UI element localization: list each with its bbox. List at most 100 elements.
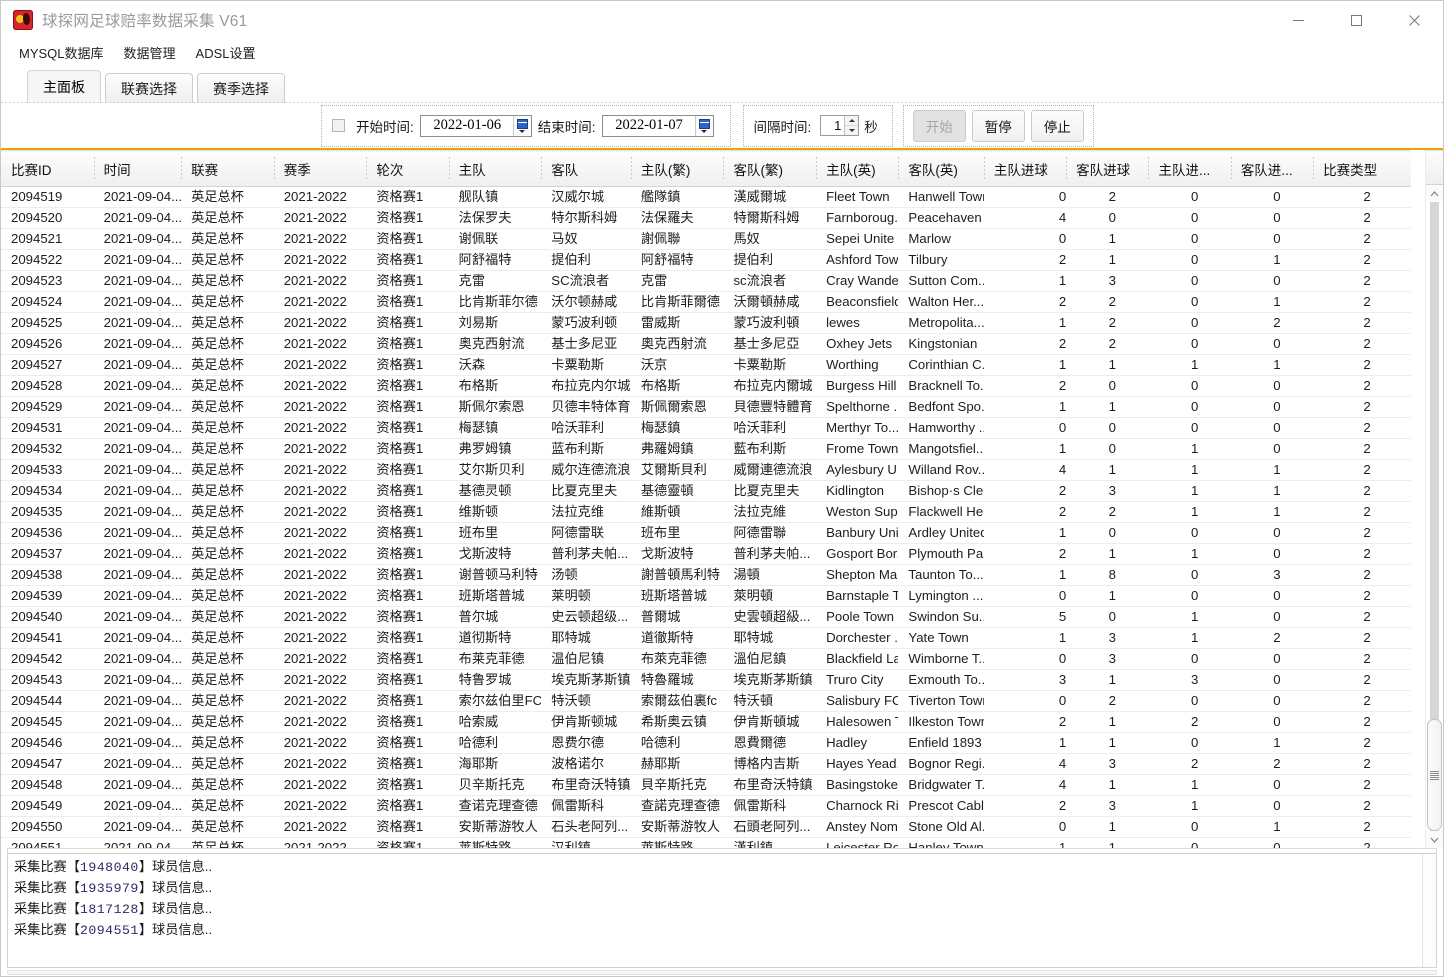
table-row[interactable]: 2094527 2021-09-04... 英足总杯 2021-2022 资格赛1 沃森卡… (1, 354, 1411, 376)
start-time-field[interactable]: 2022-01-06 (419, 114, 532, 137)
table-cell: 2021-2022 (273, 228, 367, 250)
table-cell: 2 (1066, 690, 1149, 712)
tab-main-panel[interactable]: 主面板 (27, 70, 101, 103)
log-output[interactable]: 采集比赛【1948040】球员信息.. 采集比赛【1935979】球员信息.. 采集… (7, 853, 1437, 968)
column-header-4[interactable]: 轮次 (366, 150, 449, 187)
table-row[interactable]: 2094543 2021-09-04... 英足总杯 2021-2022 资格赛1 特鲁罗… (1, 669, 1411, 691)
table-cell: 英足总杯 (181, 480, 274, 502)
table-cell: 1 (1066, 669, 1149, 691)
column-header-1[interactable]: 时间 (93, 150, 182, 187)
start-time-calendar-icon[interactable] (512, 115, 531, 136)
column-header-9[interactable]: 主队(英) (816, 150, 899, 187)
table-row[interactable]: 2094523 2021-09-04... 英足总杯 2021-2022 资格赛1 克雷 S… (1, 270, 1411, 292)
column-header-2[interactable]: 联赛 (181, 150, 274, 187)
maximize-icon[interactable] (1327, 1, 1385, 39)
column-header-14[interactable]: 客队进... (1230, 150, 1314, 187)
table-cell: 英足总杯 (181, 795, 274, 817)
column-header-12[interactable]: 客队进球 (1066, 150, 1149, 187)
table-row[interactable]: 2094535 2021-09-04... 英足总杯 2021-2022 资格赛1 维斯顿… (1, 501, 1411, 523)
log-horizontal-scrollbar[interactable] (7, 970, 1437, 975)
table-row[interactable]: 2094551 2021-09-04... 英足总杯 2021-2022 资格赛1 莱斯特… (1, 837, 1411, 848)
column-header-5[interactable]: 主队 (448, 150, 542, 187)
minimize-icon[interactable] (1269, 1, 1327, 39)
interval-decrement-icon[interactable] (845, 126, 858, 135)
table-cell: 0 (1148, 837, 1231, 848)
table-row[interactable]: 2094526 2021-09-04... 英足总杯 2021-2022 资格赛1 奥克西… (1, 333, 1411, 355)
table-row[interactable]: 2094547 2021-09-04... 英足总杯 2021-2022 资格赛1 海耶斯… (1, 753, 1411, 775)
table-cell: Sutton Com... (898, 270, 984, 292)
column-header-10[interactable]: 客队(英) (898, 150, 984, 187)
scrollbar-track[interactable] (1426, 202, 1443, 831)
table-cell: 2 (1313, 711, 1411, 733)
table-row[interactable]: 2094538 2021-09-04... 英足总杯 2021-2022 资格赛1 谢普顿… (1, 564, 1411, 586)
table-row[interactable]: 2094541 2021-09-04... 英足总杯 2021-2022 资格赛1 道彻斯… (1, 627, 1411, 649)
close-icon[interactable] (1385, 1, 1443, 39)
column-header-7[interactable]: 主队(繁) (630, 150, 724, 187)
table-cell: 2094550 (1, 816, 94, 838)
table-cell: 藍布利斯 (723, 438, 817, 460)
column-header-8[interactable]: 客队(繁) (723, 150, 817, 187)
table-row[interactable]: 2094542 2021-09-04... 英足总杯 2021-2022 资格赛1 布莱克… (1, 648, 1411, 670)
table-row[interactable]: 2094531 2021-09-04... 英足总杯 2021-2022 资格赛1 梅瑟镇… (1, 417, 1411, 439)
table-cell: 0 (1148, 249, 1231, 271)
table-cell: 2021-09-04... (93, 354, 182, 376)
table-row[interactable]: 2094520 2021-09-04... 英足总杯 2021-2022 资格赛1 法保罗… (1, 207, 1411, 229)
table-row[interactable]: 2094519 2021-09-04... 英足总杯 2021-2022 资格赛1 舰队镇… (1, 186, 1411, 208)
table-row[interactable]: 2094521 2021-09-04... 英足总杯 2021-2022 资格赛1 谢佩联… (1, 228, 1411, 250)
table-row[interactable]: 2094540 2021-09-04... 英足总杯 2021-2022 资格赛1 普尔城… (1, 606, 1411, 628)
table-row[interactable]: 2094524 2021-09-04... 英足总杯 2021-2022 资格赛1 比肯斯… (1, 291, 1411, 313)
table-row[interactable]: 2094533 2021-09-04... 英足总杯 2021-2022 资格赛1 艾尔斯… (1, 459, 1411, 481)
table-row[interactable]: 2094546 2021-09-04... 英足总杯 2021-2022 资格赛1 哈德利… (1, 732, 1411, 754)
table-row[interactable]: 2094529 2021-09-04... 英足总杯 2021-2022 资格赛1 斯佩尔… (1, 396, 1411, 418)
table-row[interactable]: 2094525 2021-09-04... 英足总杯 2021-2022 资格赛1 刘易斯… (1, 312, 1411, 334)
table-cell: 2021-2022 (273, 627, 367, 649)
table-cell: 奧克西射流 (630, 333, 724, 355)
column-header-11[interactable]: 主队进球 (983, 150, 1067, 187)
table-row[interactable]: 2094537 2021-09-04... 英足总杯 2021-2022 资格赛1 戈斯波… (1, 543, 1411, 565)
table-cell: 1 (983, 270, 1067, 292)
column-header-15[interactable]: 比赛类型 (1313, 150, 1411, 187)
table-cell: 0 (1230, 438, 1314, 460)
table-row[interactable]: 2094534 2021-09-04... 英足总杯 2021-2022 资格赛1 基德灵… (1, 480, 1411, 502)
table-row[interactable]: 2094548 2021-09-04... 英足总杯 2021-2022 资格赛1 贝辛斯… (1, 774, 1411, 796)
table-vertical-scrollbar[interactable] (1425, 150, 1443, 848)
scroll-up-icon[interactable] (1426, 185, 1443, 202)
table-cell: Walton Her... (898, 291, 984, 313)
column-header-3[interactable]: 赛季 (273, 150, 367, 187)
scroll-down-icon[interactable] (1426, 831, 1443, 848)
table-row[interactable]: 2094549 2021-09-04... 英足总杯 2021-2022 资格赛1 查诺克… (1, 795, 1411, 817)
scrollbar-grip-icon (1430, 770, 1439, 780)
column-header-6[interactable]: 客队 (541, 150, 631, 187)
table-row[interactable]: 2094544 2021-09-04... 英足总杯 2021-2022 资格赛1 索尔兹… (1, 690, 1411, 712)
log-vertical-scrollbar[interactable] (1422, 854, 1436, 967)
menu-item-adsl-settings[interactable]: ADSL设置 (186, 40, 266, 65)
end-time-calendar-icon[interactable] (694, 115, 713, 136)
end-time-field[interactable]: 2022-01-07 (601, 114, 714, 137)
pause-button[interactable]: 暂停 (971, 109, 1025, 142)
menu-item-mysql[interactable]: MYSQL数据库 (9, 40, 114, 65)
table-row[interactable]: 2094539 2021-09-04... 英足总杯 2021-2022 资格赛1 班斯塔… (1, 585, 1411, 607)
table-row[interactable]: 2094522 2021-09-04... 英足总杯 2021-2022 资格赛1 阿舒福… (1, 249, 1411, 271)
table-row[interactable]: 2094528 2021-09-04... 英足总杯 2021-2022 资格赛1 布格斯… (1, 375, 1411, 397)
table-cell: 3 (1066, 795, 1149, 817)
menu-item-data-management[interactable]: 数据管理 (114, 40, 186, 65)
table-row[interactable]: 2094545 2021-09-04... 英足总杯 2021-2022 资格赛1 哈索威… (1, 711, 1411, 733)
stop-button[interactable]: 停止 (1030, 109, 1084, 142)
interval-stepper[interactable]: 1 (820, 115, 860, 136)
table-cell: 沃爾頓赫咸 (723, 291, 817, 313)
table-cell: 2 (1313, 270, 1411, 292)
tab-season-selection[interactable]: 赛季选择 (197, 73, 285, 103)
column-header-13[interactable]: 主队进... (1148, 150, 1231, 187)
table-cell: 2 (1313, 753, 1411, 775)
table-row[interactable]: 2094532 2021-09-04... 英足总杯 2021-2022 资格赛1 弗罗姆… (1, 438, 1411, 460)
enable-time-range-checkbox[interactable] (332, 119, 345, 132)
scrollbar-thumb[interactable] (1427, 719, 1442, 831)
table-cell: 2 (1313, 669, 1411, 691)
table-cell: 1 (1148, 459, 1231, 481)
start-button[interactable]: 开始 (912, 109, 966, 142)
table-row[interactable]: 2094536 2021-09-04... 英足总杯 2021-2022 资格赛1 班布里… (1, 522, 1411, 544)
interval-increment-icon[interactable] (845, 116, 859, 126)
column-header-0[interactable]: 比赛ID (1, 150, 94, 187)
table-row[interactable]: 2094550 2021-09-04... 英足总杯 2021-2022 资格赛1 安斯蒂… (1, 816, 1411, 838)
tab-league-selection[interactable]: 联赛选择 (105, 73, 193, 103)
